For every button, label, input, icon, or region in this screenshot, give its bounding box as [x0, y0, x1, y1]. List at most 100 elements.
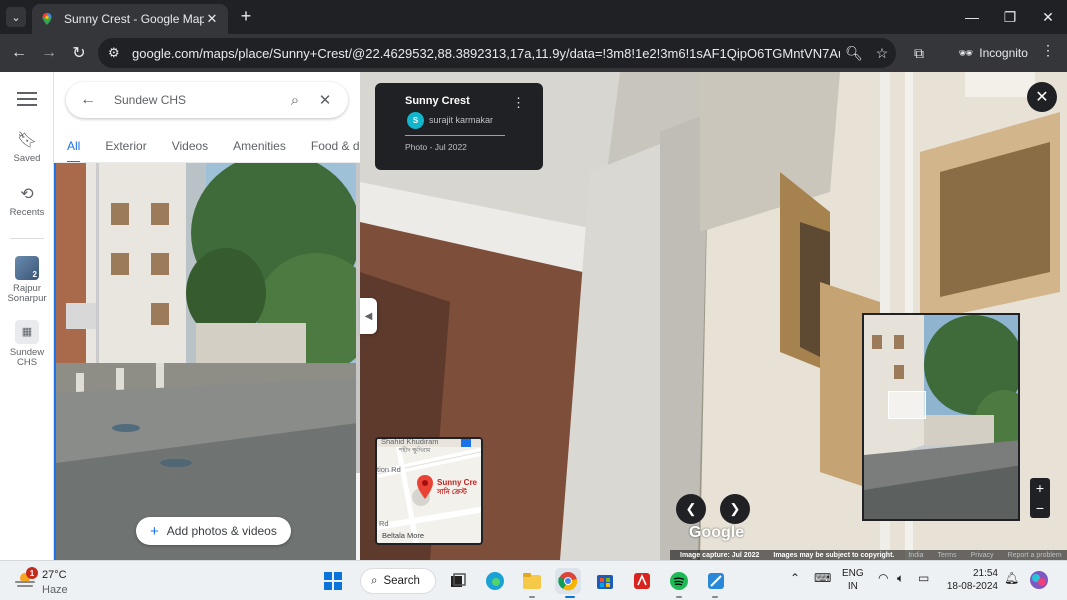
- photo-info-card: Sunny Crest ⋮ S surajit karmakar Photo -…: [375, 83, 543, 170]
- privacy-link[interactable]: Privacy: [971, 552, 994, 559]
- report-problem-link[interactable]: Report a problem: [1008, 552, 1062, 559]
- street-view-preview[interactable]: [862, 313, 1020, 521]
- browser-menu-icon[interactable]: ⋮: [1038, 42, 1058, 59]
- zoom-out-button[interactable]: −: [1030, 498, 1050, 518]
- author-name[interactable]: surajit karmakar: [429, 115, 493, 125]
- incognito-label: Incognito: [979, 46, 1028, 60]
- tab-amenities[interactable]: Amenities: [233, 132, 286, 162]
- incognito-icon: 🕶︎: [958, 46, 974, 60]
- spotify-icon[interactable]: [666, 568, 692, 594]
- hamburger-menu-icon[interactable]: [17, 92, 37, 106]
- close-window-button[interactable]: ✕: [1030, 6, 1066, 28]
- battery-icon[interactable]: ▭: [918, 571, 929, 585]
- browser-tab[interactable]: Sunny Crest - Google Maps ✕: [32, 4, 228, 34]
- chrome-icon[interactable]: [555, 568, 581, 594]
- clear-search-icon[interactable]: ✕: [310, 91, 340, 109]
- taskbar-search[interactable]: ⌕ Search: [360, 568, 436, 594]
- collapse-panel-button[interactable]: ◀: [360, 298, 377, 334]
- notification-badge: 1: [26, 567, 38, 579]
- show-hidden-icons-chevron-icon[interactable]: ⌃: [790, 571, 800, 585]
- map-pin-icon: [417, 475, 433, 499]
- browser-toolbar: ← → ↻ ⚙ google.com/maps/place/Sunny+Cres…: [0, 34, 1067, 72]
- incognito-indicator[interactable]: 🕶︎ Incognito: [948, 39, 1038, 67]
- minimap-road-label: tion Rd: [377, 465, 401, 474]
- microsoft-store-icon[interactable]: [592, 568, 618, 594]
- next-photo-button[interactable]: ❯: [720, 494, 750, 524]
- app-icon[interactable]: [703, 568, 729, 594]
- acrobat-icon[interactable]: [629, 568, 655, 594]
- extensions-puzzle-icon[interactable]: ⧉: [908, 42, 930, 64]
- building-photo-image: [56, 163, 356, 560]
- close-viewer-button[interactable]: ✕: [1027, 82, 1057, 112]
- running-indicator: [712, 596, 718, 598]
- reload-button[interactable]: ↻: [68, 42, 90, 64]
- recent-place-sundew[interactable]: ▦ Sundew CHS: [0, 320, 54, 367]
- viewport-frame[interactable]: [888, 391, 926, 419]
- address-bar[interactable]: ⚙ google.com/maps/place/Sunny+Crest/@22.…: [98, 38, 896, 68]
- previous-photo-button[interactable]: ❮: [676, 494, 706, 524]
- zoom-magnifier-icon[interactable]: 🔍︎: [840, 45, 868, 62]
- new-tab-button[interactable]: +: [236, 6, 256, 26]
- saved-label: Saved: [13, 153, 41, 164]
- tab-exterior[interactable]: Exterior: [105, 132, 146, 162]
- rail-divider: [10, 238, 44, 239]
- temperature: 27°C: [42, 569, 67, 581]
- language-code: ENG: [842, 568, 864, 579]
- search-input[interactable]: [102, 93, 280, 107]
- maps-left-rail: 🔖︎ Saved ⟲ Recents 2 Rajpur Sonarpur ▦ S…: [0, 72, 54, 560]
- back-arrow-icon[interactable]: ←: [74, 91, 102, 109]
- search-icon[interactable]: ⌕: [280, 92, 310, 109]
- windows-logo-icon: [324, 572, 342, 590]
- terms-link[interactable]: Terms: [938, 552, 957, 559]
- add-photos-button[interactable]: + Add photos & videos: [136, 517, 291, 545]
- tab-food-drink[interactable]: Food & drink: [311, 132, 360, 162]
- selected-photo-thumbnail[interactable]: [54, 163, 356, 560]
- minimize-button[interactable]: —: [954, 6, 990, 28]
- more-options-icon[interactable]: ⋮: [512, 95, 525, 111]
- bookmark-star-icon[interactable]: ☆: [868, 45, 896, 62]
- volume-icon[interactable]: 🔈︎: [897, 571, 904, 586]
- file-explorer-icon[interactable]: [519, 568, 545, 594]
- clock[interactable]: 21:54 18-08-2024: [944, 568, 998, 593]
- recent-place-label: Rajpur Sonarpur: [7, 283, 47, 304]
- minimap[interactable]: Shahid Khudiram শহীদ ক্ষুদিরাম tion Rd R…: [375, 437, 483, 545]
- start-button[interactable]: [320, 568, 346, 594]
- keyboard-icon[interactable]: ⌨: [814, 571, 831, 585]
- building-icon: ▦: [15, 320, 39, 344]
- attribution-bar: Image capture: Jul 2022 Images may be su…: [670, 550, 1067, 560]
- notifications-bell-icon[interactable]: 🔔︎: [1004, 571, 1019, 585]
- saved-button[interactable]: 🔖︎ Saved: [0, 130, 54, 164]
- zoom-in-button[interactable]: +: [1030, 478, 1050, 498]
- photo-date: Photo - Jul 2022: [405, 142, 467, 152]
- copyright-notice: Images may be subject to copyright.: [773, 551, 895, 559]
- bookmark-icon: 🔖︎: [16, 132, 38, 149]
- language-indicator[interactable]: ENG IN: [842, 568, 864, 593]
- tab-videos[interactable]: Videos: [172, 132, 208, 162]
- place-name[interactable]: Sunny Crest: [405, 95, 470, 107]
- edge-icon[interactable]: [482, 568, 508, 594]
- recent-place-rajpur[interactable]: 2 Rajpur Sonarpur: [0, 256, 54, 303]
- browser-tab-strip: ⌄ Sunny Crest - Google Maps ✕ + — ❐ ✕: [0, 0, 1067, 34]
- tab-close-icon[interactable]: ✕: [204, 11, 220, 27]
- task-view-icon[interactable]: [445, 568, 471, 594]
- copilot-icon[interactable]: [1028, 569, 1050, 591]
- history-icon: ⟲: [20, 186, 34, 203]
- back-button[interactable]: ←: [8, 42, 30, 64]
- recent-place-count: 2: [32, 270, 37, 279]
- recent-place-label: Sundew CHS: [9, 347, 45, 368]
- tab-search-chevron-icon[interactable]: ⌄: [6, 7, 26, 27]
- forward-button[interactable]: →: [38, 42, 60, 64]
- recents-button[interactable]: ⟲ Recents: [0, 184, 54, 218]
- restore-button[interactable]: ❐: [992, 6, 1028, 28]
- author-underline: [405, 135, 505, 136]
- author-avatar[interactable]: S: [407, 112, 424, 129]
- wifi-icon[interactable]: ◠: [878, 571, 888, 585]
- tab-title: Sunny Crest - Google Maps: [64, 12, 204, 26]
- zoom-controls: + −: [1030, 478, 1050, 518]
- photo-viewer[interactable]: Sunny Crest ⋮ S surajit karmakar Photo -…: [360, 72, 1067, 560]
- url-text[interactable]: google.com/maps/place/Sunny+Crest/@22.46…: [130, 46, 840, 61]
- time: 21:54: [972, 568, 998, 579]
- tab-all[interactable]: All: [67, 132, 81, 162]
- weather-widget[interactable]: 1 27°C Haze: [12, 565, 102, 597]
- site-info-icon[interactable]: ⚙: [108, 45, 130, 61]
